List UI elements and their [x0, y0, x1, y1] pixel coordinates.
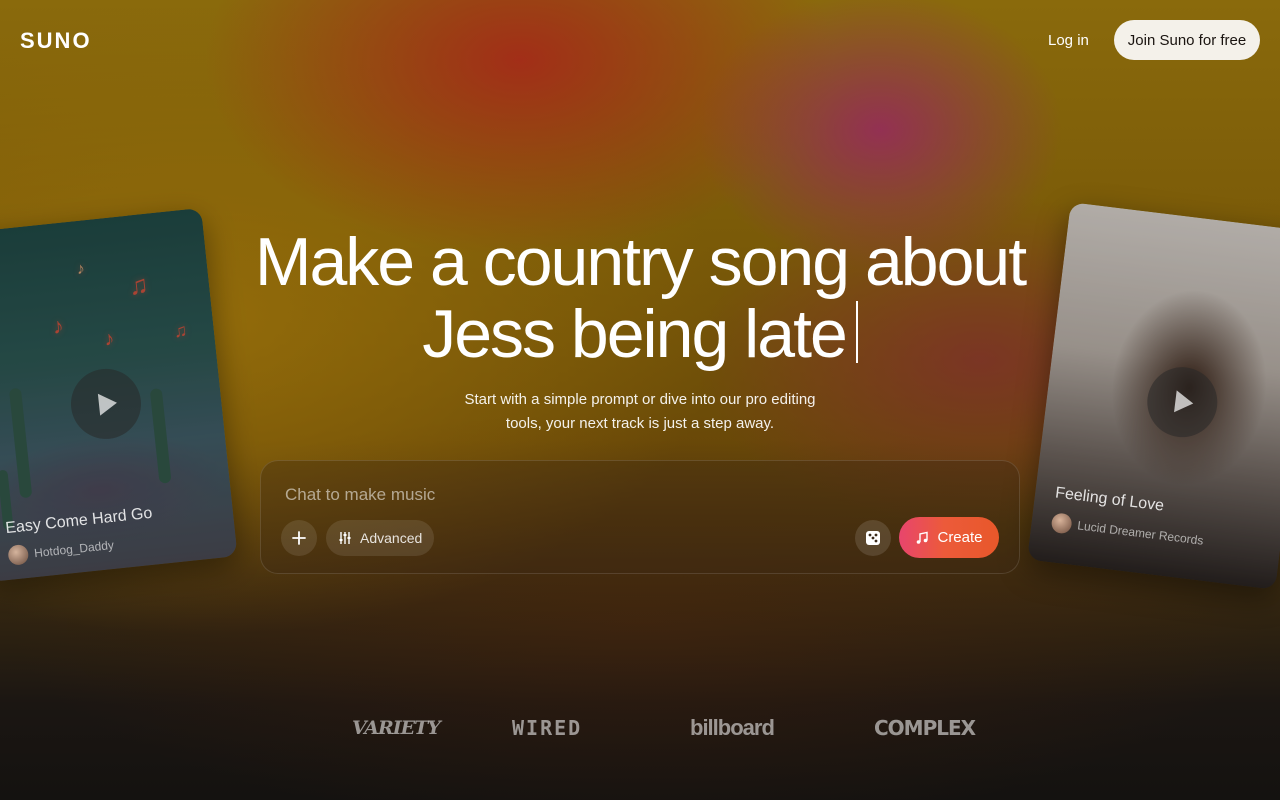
create-label: Create: [937, 529, 983, 546]
create-button[interactable]: Create: [899, 517, 999, 558]
hero-subtext: Start with a simple prompt or dive into …: [440, 388, 840, 436]
prompt-input[interactable]: [285, 483, 885, 507]
play-icon: [97, 391, 119, 416]
sliders-icon: [339, 532, 351, 544]
hero-headline: Make a country song about Jess being lat…: [0, 226, 1280, 370]
join-free-button[interactable]: Join Suno for free: [1114, 20, 1260, 60]
headline-line-2: Jess being late: [0, 298, 1280, 370]
prompt-box: Advanced Create: [260, 460, 1020, 574]
press-logo-wired: WIRED: [512, 716, 583, 740]
press-logo-billboard: billboard: [690, 715, 775, 740]
login-button[interactable]: Log in: [1032, 20, 1105, 60]
avatar: [7, 543, 30, 566]
plus-icon: [292, 531, 306, 545]
headline-line-2-text: Jess being late: [422, 296, 848, 372]
advanced-button[interactable]: Advanced: [326, 520, 435, 556]
add-button[interactable]: [281, 520, 317, 556]
play-icon: [1174, 390, 1195, 415]
headline-line-1: Make a country song about: [254, 224, 1027, 300]
avatar: [1050, 512, 1073, 535]
random-prompt-button[interactable]: [855, 520, 891, 556]
advanced-label: Advanced: [360, 530, 423, 546]
press-logo-complex: COMPLEX: [874, 716, 976, 740]
press-logo-variety: VARIETY: [352, 717, 441, 739]
subtext-line-2: tools, your next track is just a step aw…: [505, 415, 775, 432]
music-note-icon: [917, 531, 929, 544]
subtext-line-1: Start with a simple prompt or dive into …: [464, 391, 816, 408]
dice-icon: [866, 531, 880, 545]
typing-caret: [855, 301, 858, 363]
suno-logo[interactable]: SUNO: [20, 28, 92, 54]
